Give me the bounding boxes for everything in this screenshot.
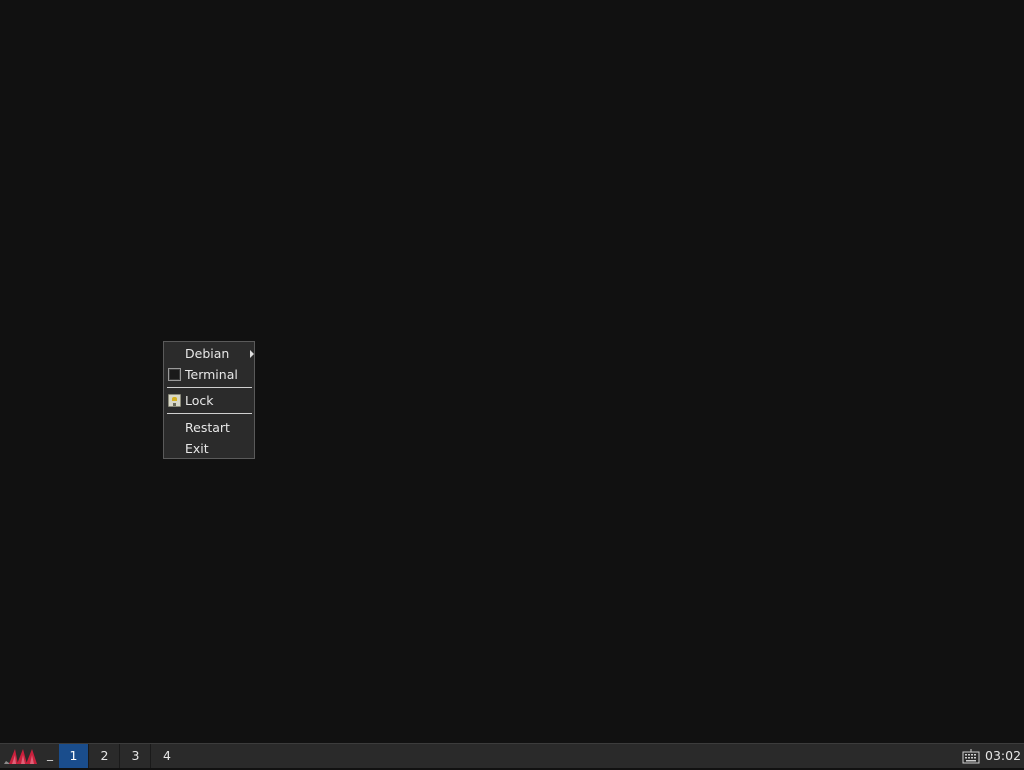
menu-item-label: Debian	[185, 346, 230, 361]
workspace-3-button[interactable]: 3	[121, 744, 151, 768]
menu-item-lock[interactable]: Lock	[164, 390, 254, 411]
desktop[interactable]: Debian Terminal Lock Restart Exit	[0, 0, 1024, 743]
menu-item-label: Terminal	[185, 367, 238, 382]
jwm-logo-icon	[4, 749, 37, 764]
menu-separator	[167, 413, 252, 414]
terminal-icon	[168, 368, 181, 381]
lock-icon	[168, 394, 181, 407]
start-menu-button[interactable]	[2, 746, 42, 766]
menu-separator	[167, 387, 252, 388]
menu-item-terminal[interactable]: Terminal	[164, 364, 254, 385]
root-menu: Debian Terminal Lock Restart Exit	[163, 341, 255, 459]
submenu-arrow-icon	[250, 350, 254, 358]
menu-item-label: Lock	[185, 393, 214, 408]
workspace-2-button[interactable]: 2	[90, 744, 120, 768]
workspace-4-button[interactable]: 4	[152, 744, 182, 768]
clock[interactable]: 03:02	[985, 744, 1022, 768]
menu-item-debian[interactable]: Debian	[164, 343, 254, 364]
minimized-windows-indicator[interactable]: _	[47, 744, 55, 766]
menu-item-restart[interactable]: Restart	[164, 417, 254, 438]
taskbar: _ 1 2 3 4 03:02	[0, 743, 1024, 768]
workspace-1-button[interactable]: 1	[59, 744, 89, 768]
keyboard-icon[interactable]	[962, 748, 980, 764]
menu-item-label: Exit	[185, 441, 209, 456]
menu-item-exit[interactable]: Exit	[164, 438, 254, 459]
menu-item-label: Restart	[185, 420, 230, 435]
